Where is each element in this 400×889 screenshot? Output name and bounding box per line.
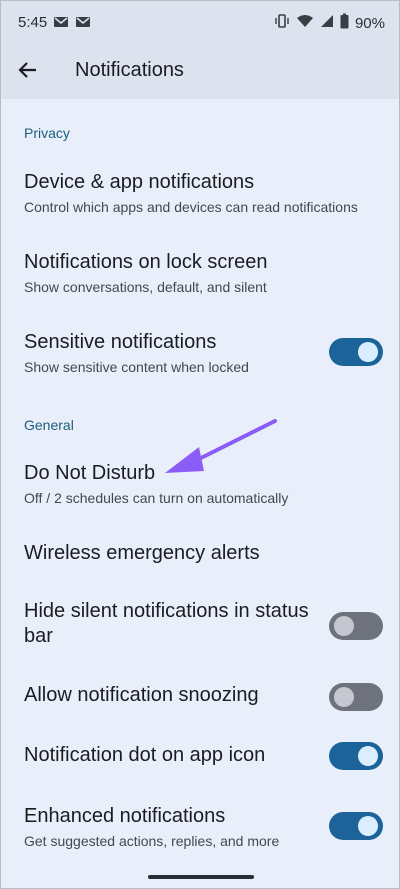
annotation-arrow-icon (165, 419, 277, 473)
gesture-nav-handle[interactable] (148, 875, 254, 879)
screen: 5:45 90% Notifications Privacy Device & … (0, 0, 400, 889)
